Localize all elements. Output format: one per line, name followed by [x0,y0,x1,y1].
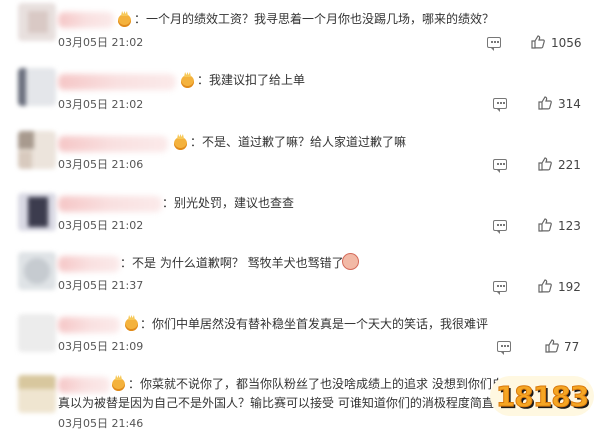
thumbs-up-icon[interactable] [545,339,559,353]
username[interactable] [58,12,114,28]
like-count: 77 [564,340,580,354]
crown-badge-icon [174,137,187,150]
avatar[interactable] [18,193,56,231]
comment-text: ：别光处罚，建议也查查 [162,196,295,210]
comment-text: ：我建议扣了给上单 [197,73,306,87]
thumbs-up-icon[interactable] [531,35,545,49]
thumbs-up-icon[interactable] [538,218,552,232]
like-count: 192 [558,280,581,294]
comment-time: 03月05日 21:09 [58,340,144,353]
avatar[interactable] [18,131,56,169]
like-count: 221 [558,158,581,172]
avatar[interactable] [18,252,56,290]
comment-icon[interactable] [493,98,507,112]
username[interactable] [58,136,168,152]
username[interactable] [58,317,120,333]
like-count: 314 [558,97,581,111]
thumbs-up-icon[interactable] [538,157,552,171]
comment-text: ：一个月的绩效工资？我寻思着一个月你也没踢几场，哪来的绩效？ [134,12,495,26]
thumbs-up-icon[interactable] [538,279,552,293]
crown-badge-icon [125,318,138,331]
avatar[interactable] [18,375,56,413]
like-count: 123 [558,219,581,233]
username[interactable] [58,74,176,90]
site-watermark-logo: 18183 [490,376,594,416]
thumbs-up-icon[interactable] [538,96,552,110]
username[interactable] [58,256,120,272]
comment-time: 03月05日 21:46 [58,417,144,430]
avatar[interactable] [18,68,56,106]
comment-text: ：你菜就不说你了，都当你队粉丝了也没啥成绩上的追求 没想到你们自己 [128,377,516,391]
comment-text-continued: 真以为被替是因为自己不是外国人？输比赛可以接受 可谁知道你们的消极程度简直是明 [58,396,518,410]
comment-time: 03月05日 21:02 [58,219,144,232]
avatar[interactable] [18,314,56,352]
comment-icon[interactable] [493,281,507,295]
like-count: 1056 [551,36,582,50]
comment-text: ：不是、道过歉了嘛？给人家道过歉了嘛 [190,135,407,149]
comment-text: ：你们中单居然没有替补稳坐首发真是一个天大的笑话，我很难评 [140,317,489,331]
comment-icon[interactable] [497,341,511,355]
comment-time: 03月05日 21:02 [58,36,144,49]
comment-time: 03月05日 21:06 [58,158,144,171]
comment-icon[interactable] [487,37,501,51]
avatar[interactable] [18,3,56,41]
crown-badge-icon [118,14,131,27]
comment-icon[interactable] [493,159,507,173]
comment-text: ：不是 为什么道歉啊？ 驽牧羊犬也驽错了？ [120,256,356,270]
shocked-face-emoji-icon [342,253,359,270]
comment-icon[interactable] [493,220,507,234]
crown-badge-icon [112,378,125,391]
comment-time: 03月05日 21:37 [58,279,144,292]
comment-time: 03月05日 21:02 [58,98,144,111]
username[interactable] [58,196,162,212]
crown-badge-icon [181,75,194,88]
username[interactable] [58,377,110,393]
